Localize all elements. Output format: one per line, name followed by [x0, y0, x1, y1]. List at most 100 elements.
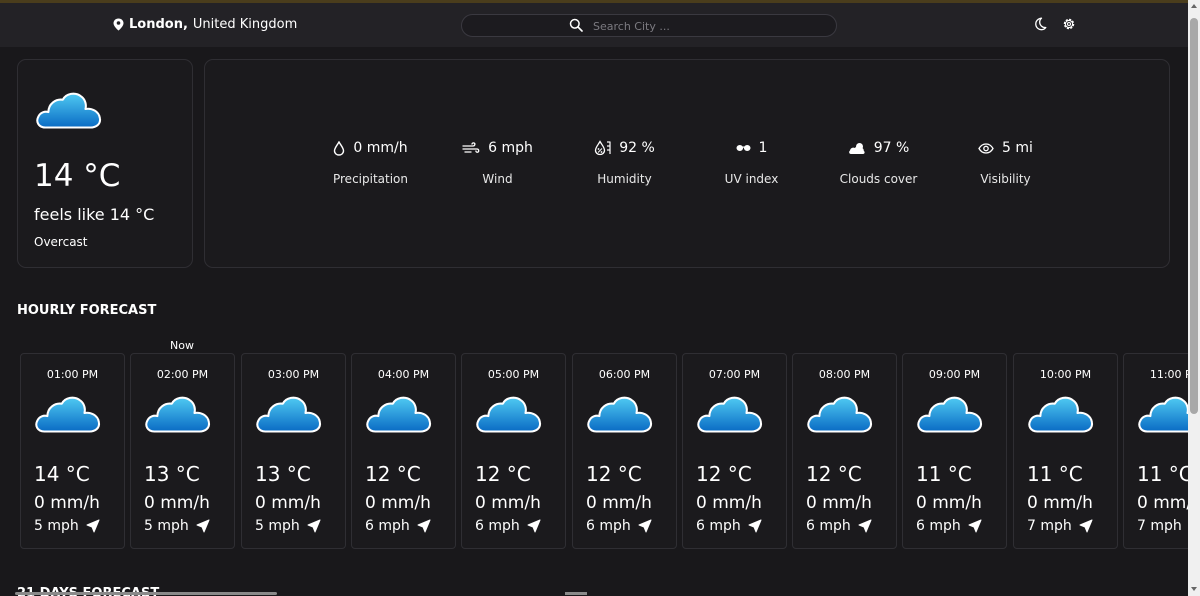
- metric-value: 0 mm/h: [353, 140, 408, 156]
- metric-humidity: 92 % Humidity: [561, 138, 688, 186]
- scrollbar-thumb[interactable]: [15, 592, 277, 595]
- wind-icon: [462, 141, 480, 153]
- hourly-card: 06:00 PM 12 °C 0 mm/h 6 mph: [572, 353, 677, 549]
- hourly-temperature: 12 °C: [586, 462, 642, 486]
- wind-direction-icon: [858, 519, 872, 533]
- now-indicator: Now: [170, 339, 194, 352]
- moon-icon[interactable]: [1033, 17, 1047, 31]
- hourly-wind: 5 mph: [34, 518, 100, 534]
- hourly-card: 01:00 PM 14 °C 0 mm/h 5 mph: [20, 353, 125, 549]
- scrollbar-thumb[interactable]: [565, 592, 587, 595]
- hourly-temperature: 12 °C: [365, 462, 421, 486]
- hourly-wind-speed: 6 mph: [696, 518, 741, 534]
- wind-direction-icon: [527, 519, 541, 533]
- hourly-temperature: 12 °C: [696, 462, 752, 486]
- hourly-time: 09:00 PM: [928, 368, 981, 381]
- hourly-time: 01:00 PM: [46, 368, 99, 381]
- hourly-wind: 5 mph: [255, 518, 321, 534]
- scrollbar-thumb[interactable]: [1190, 18, 1198, 414]
- search-bar[interactable]: [461, 14, 837, 37]
- scroll-up-arrow[interactable]: [1191, 4, 1197, 8]
- current-weather-card: 14 °C feels like 14 °C Overcast: [17, 59, 193, 268]
- metric-precipitation: 0 mm/h Precipitation: [307, 138, 434, 186]
- hourly-temperature: 11 °C: [1027, 462, 1083, 486]
- hourly-card: 05:00 PM 12 °C 0 mm/h 6 mph: [461, 353, 566, 549]
- current-temperature: 14 °C: [34, 158, 121, 194]
- search-icon[interactable]: [569, 18, 583, 32]
- vertical-scrollbar[interactable]: [1188, 0, 1200, 596]
- hourly-wind-speed: 6 mph: [365, 518, 410, 534]
- cloud-icon: [806, 394, 874, 434]
- hourly-temperature: 13 °C: [255, 462, 311, 486]
- location-display: London, United Kingdom: [113, 17, 297, 32]
- wind-direction-icon: [638, 519, 652, 533]
- hourly-precipitation: 0 mm/h: [255, 493, 321, 513]
- metric-wind: 6 mph Wind: [434, 138, 561, 186]
- wind-direction-icon: [86, 519, 100, 533]
- metric-visibility: 5 mi Visibility: [942, 138, 1069, 186]
- header-bar: London, United Kingdom: [0, 3, 1188, 47]
- humidity-icon: [595, 140, 611, 156]
- hourly-wind-speed: 5 mph: [255, 518, 300, 534]
- cloud-icon: [916, 394, 984, 434]
- hourly-temperature: 11 °C: [1137, 462, 1193, 486]
- scroll-down-arrow[interactable]: [1191, 587, 1197, 591]
- metric-value: 97 %: [873, 140, 910, 156]
- hourly-wind-speed: 6 mph: [475, 518, 520, 534]
- metric-label: Humidity: [597, 172, 652, 186]
- metric-label: Precipitation: [332, 172, 408, 186]
- hourly-precipitation: 0 mm/h: [475, 493, 541, 513]
- hourly-time: 04:00 PM: [377, 368, 430, 381]
- hourly-temperature: 14 °C: [34, 462, 90, 486]
- hourly-wind-speed: 6 mph: [916, 518, 961, 534]
- hourly-wind: 6 mph: [365, 518, 431, 534]
- cloud-icon: [34, 394, 102, 434]
- hourly-precipitation: 0 mm/h: [806, 493, 872, 513]
- hourly-precipitation: 0 mm/h: [1027, 493, 1093, 513]
- hourly-wind: 7 mph: [1027, 518, 1093, 534]
- metric-label: Wind: [482, 172, 513, 186]
- wind-direction-icon: [196, 519, 210, 533]
- hourly-time: 02:00 PM: [156, 368, 209, 381]
- cloud-sun-icon: [848, 142, 865, 154]
- hourly-temperature: 12 °C: [475, 462, 531, 486]
- weather-details-card: 0 mm/h Precipitation 6 mph Wind 92 % Hum…: [204, 59, 1170, 268]
- cloud-icon: [35, 90, 103, 130]
- hourly-wind: 6 mph: [696, 518, 762, 534]
- hourly-card: 02:00 PM 13 °C 0 mm/h 5 mph: [130, 353, 235, 549]
- hourly-card: 10:00 PM 11 °C 0 mm/h 7 mph: [1013, 353, 1118, 549]
- hourly-wind-speed: 6 mph: [586, 518, 631, 534]
- cloud-icon: [696, 394, 764, 434]
- wind-direction-icon: [417, 519, 431, 533]
- hourly-temperature: 12 °C: [806, 462, 862, 486]
- metric-uv-index: 1 UV index: [688, 138, 815, 186]
- location-country: United Kingdom: [192, 17, 298, 32]
- hourly-wind-speed: 6 mph: [806, 518, 851, 534]
- gear-icon[interactable]: [1062, 17, 1076, 31]
- location-pin-icon: [113, 18, 124, 31]
- hourly-wind: 6 mph: [916, 518, 982, 534]
- cloud-icon: [586, 394, 654, 434]
- hourly-precipitation: 0 mm/h: [696, 493, 762, 513]
- hourly-temperature: 13 °C: [144, 462, 200, 486]
- metric-label: Visibility: [980, 172, 1031, 186]
- metric-value: 92 %: [619, 140, 655, 156]
- cloud-icon: [255, 394, 323, 434]
- hourly-precipitation: 0 mm/h: [916, 493, 982, 513]
- horizontal-scrollbar[interactable]: [0, 592, 1188, 596]
- cloud-icon: [365, 394, 433, 434]
- feels-like: feels like 14 °C: [34, 205, 155, 224]
- hourly-time: 03:00 PM: [267, 368, 320, 381]
- cloud-icon: [144, 394, 212, 434]
- hourly-forecast-title: HOURLY FORECAST: [17, 303, 157, 318]
- hourly-wind: 5 mph: [144, 518, 210, 534]
- search-input[interactable]: [593, 17, 813, 35]
- metric-value: 5 mi: [1002, 140, 1033, 156]
- cloud-icon: [1027, 394, 1095, 434]
- hourly-card: 07:00 PM 12 °C 0 mm/h 6 mph: [682, 353, 787, 549]
- hourly-precipitation: 0 mm/h: [34, 493, 100, 513]
- hourly-time: 08:00 PM: [818, 368, 871, 381]
- hourly-time: 07:00 PM: [708, 368, 761, 381]
- hourly-wind: 6 mph: [475, 518, 541, 534]
- hourly-temperature: 11 °C: [916, 462, 972, 486]
